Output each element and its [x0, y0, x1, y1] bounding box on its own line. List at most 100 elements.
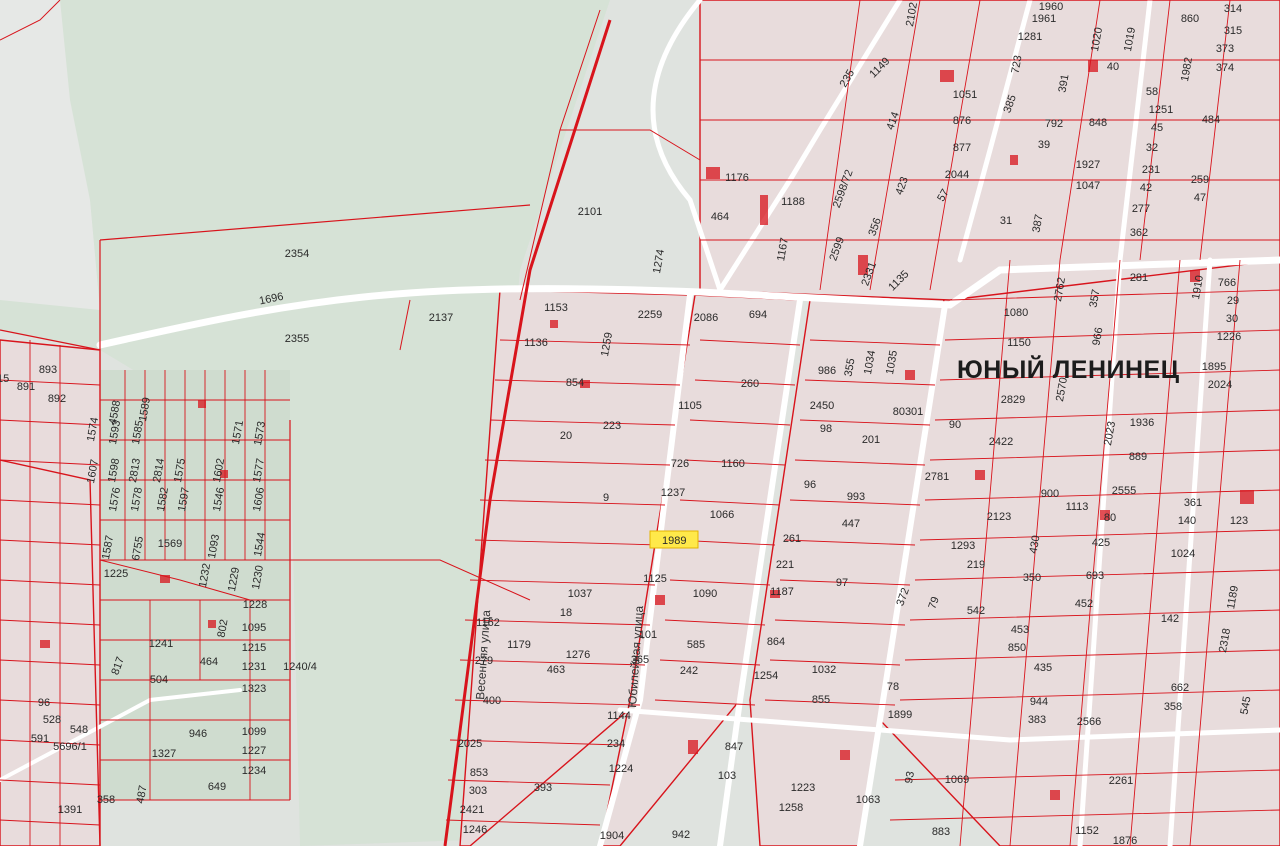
parcel-number-label: 693: [1086, 570, 1104, 582]
parcel-number-label: 58: [1146, 86, 1158, 98]
parcel-number-label: 726: [671, 458, 689, 470]
parcel-number-label: 303: [469, 785, 487, 797]
parcel-number-label: 9: [603, 492, 609, 504]
parcel-number-label: 1293: [951, 540, 975, 552]
parcel-number-label: 78: [887, 681, 899, 693]
parcel-number-label: 314: [1224, 3, 1242, 15]
parcel-number-label: 2354: [285, 248, 309, 260]
parcel-number-label: 891: [17, 381, 35, 393]
parcel-number-label: 358: [97, 794, 115, 806]
parcel-number-label: 5696/1: [53, 741, 87, 753]
parcel-number-label: 315: [1224, 25, 1242, 37]
parcel-number-label: 864: [767, 636, 785, 648]
parcel-number-label: 231: [1142, 164, 1160, 176]
parcel-number-label: 986: [818, 365, 836, 377]
parcel-number-label: 1069: [945, 774, 969, 786]
parcel-number-label: 80301: [893, 406, 924, 418]
parcel-number-label: 662: [1171, 682, 1189, 694]
highlighted-parcel-label[interactable]: 1989: [662, 535, 686, 547]
parcel-number-label: 694: [749, 309, 767, 321]
parcel-number-label: 2781: [925, 471, 949, 483]
parcel-number-label: 123: [1230, 515, 1248, 527]
parcel-number-label: 1051: [953, 89, 977, 101]
parcel-number-label: 1113: [1066, 501, 1089, 513]
parcel-number-label: 1188: [781, 196, 805, 208]
parcel-number-label: 860: [1181, 13, 1199, 25]
parcel-number-label: 1254: [754, 670, 778, 682]
parcel-number-label: 447: [842, 518, 860, 530]
parcel-number-label: 1215: [242, 642, 266, 654]
parcel-number-label: 1327: [152, 748, 176, 760]
parcel-number-label: 2422: [989, 436, 1013, 448]
parcel-number-label: 374: [1216, 62, 1234, 74]
parcel-number-label: 142: [1161, 613, 1179, 625]
parcel-number-label: 515: [0, 373, 9, 385]
parcel-number-label: 2025: [458, 738, 482, 750]
parcel-number-label: 464: [711, 211, 729, 223]
parcel-number-label: 1105: [678, 400, 702, 412]
parcel-number-label: 242: [680, 665, 698, 677]
parcel-number-label: 97: [836, 577, 848, 589]
parcel-number-label: 361: [1184, 497, 1202, 509]
parcel-number-label: 1125: [643, 573, 667, 585]
parcel-number-label: 90: [949, 419, 961, 431]
parcel-number-label: 484: [1202, 114, 1220, 126]
parcel-number-label: 223: [603, 420, 621, 432]
parcel-number-label: 854: [566, 377, 584, 389]
cadastral-map[interactable]: ЮНЫЙ ЛЕНИНЕЦ Весенняя улица Юбилейная ул…: [0, 0, 1280, 846]
parcel-number-label: 101: [639, 629, 657, 641]
parcel-number-label: 350: [1023, 572, 1041, 584]
parcel-number-label: 649: [208, 781, 226, 793]
parcel-number-label: 792: [1045, 118, 1063, 130]
parcel-number-label: 847: [725, 741, 743, 753]
parcel-number-label: 452: [1075, 598, 1093, 610]
parcel-number-label: 1063: [856, 794, 880, 806]
parcel-number-label: 591: [31, 733, 49, 745]
parcel-number-label: 234: [607, 738, 625, 750]
parcel-number-label: 453: [1011, 624, 1029, 636]
parcel-number-label: 1136: [524, 337, 548, 349]
parcel-number-label: 2044: [945, 169, 969, 181]
parcel-number-label: 2261: [1109, 775, 1133, 787]
parcel-number-label: 221: [776, 559, 794, 571]
parcel-number-label: 1099: [242, 726, 266, 738]
parcel-number-label: 1152: [1075, 825, 1099, 837]
parcel-number-label: 1276: [566, 649, 590, 661]
parcel-number-label: 889: [1129, 451, 1147, 463]
parcel-number-label: 45: [1151, 122, 1163, 134]
parcel-number-label: 1223: [791, 782, 815, 794]
parcel-number-label: 1237: [661, 487, 685, 499]
parcel-number-label: 98: [820, 423, 832, 435]
parcel-number-label: 504: [150, 674, 168, 686]
parcel-number-label: 2421: [460, 804, 484, 816]
parcel-number-label: 1080: [1004, 307, 1028, 319]
parcel-number-label: 1960: [1039, 1, 1063, 13]
parcel-number-label: 259: [1191, 174, 1209, 186]
parcel-number-label: 946: [189, 728, 207, 740]
parcel-number-label: 893: [39, 364, 57, 376]
parcel-number-label: 2101: [578, 206, 602, 218]
parcel-number-label: 2137: [429, 312, 453, 324]
parcel-number-label: 876: [953, 115, 971, 127]
parcel-number-label: 96: [38, 697, 50, 709]
parcel-number-label: 463: [547, 664, 565, 676]
parcel-number-label: 40: [1107, 61, 1119, 73]
parcel-number-label: 2355: [285, 333, 309, 345]
parcel-number-label: 20: [560, 430, 572, 442]
parcel-number-label: 1226: [1217, 331, 1241, 343]
parcel-number-label: 1225: [104, 568, 128, 580]
parcel-number-label: 2829: [1001, 394, 1025, 406]
parcel-number-label: 47: [1194, 192, 1206, 204]
parcel-number-label: 993: [847, 491, 865, 503]
parcel-number-label: 1224: [609, 763, 633, 775]
parcel-number-label: 260: [741, 378, 759, 390]
parcel-number-label: 32: [1146, 142, 1158, 154]
parcel-number-label: 585: [687, 639, 705, 651]
parcel-number-label: 855: [812, 694, 830, 706]
parcel-number-label: 1228: [243, 599, 267, 611]
parcel-number-label: 96: [804, 479, 816, 491]
parcel-number-label: 2259: [638, 309, 662, 321]
parcel-number-label: 1162: [476, 617, 500, 629]
parcel-number-label: 1150: [1007, 337, 1031, 349]
parcel-number-label: 2123: [987, 511, 1011, 523]
